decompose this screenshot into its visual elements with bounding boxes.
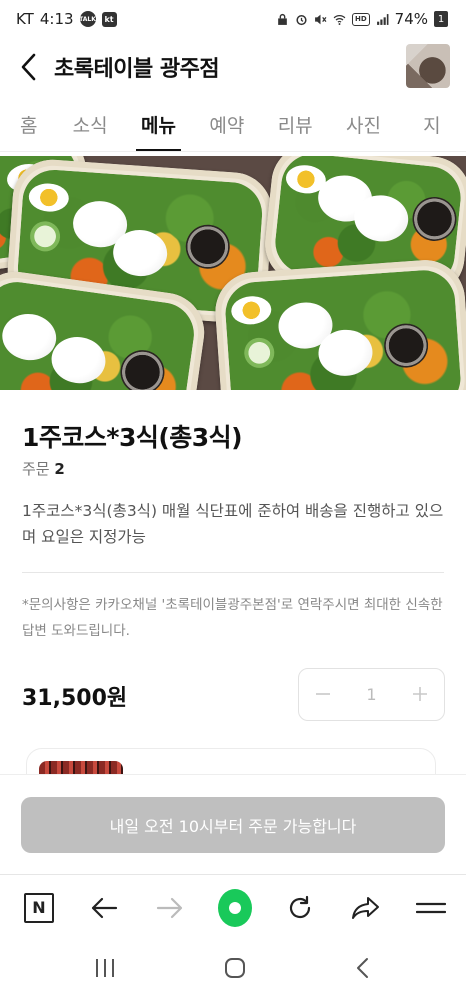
home-icon (225, 957, 245, 978)
tab-reservation[interactable]: 예약 (193, 100, 261, 151)
wifi-icon (333, 14, 346, 25)
profile-thumbnail[interactable] (406, 44, 450, 88)
arrow-right-icon (156, 897, 182, 918)
kt-notification-icon: kt (101, 11, 117, 27)
arrow-left-icon (92, 897, 118, 918)
android-nav-bar (0, 940, 466, 999)
reload-button[interactable] (283, 891, 317, 925)
increase-button[interactable] (410, 685, 430, 705)
salad-tray (212, 257, 466, 390)
recent-apps-button[interactable] (93, 957, 117, 983)
decrease-button[interactable] (313, 685, 333, 705)
quantity-stepper: 1 (298, 668, 445, 721)
battery-percent: 74% (394, 10, 428, 28)
order-count-value: 2 (54, 460, 65, 478)
back-arrow-icon (357, 957, 368, 978)
clock: 4:13 (39, 10, 74, 28)
order-label: 주문 (22, 460, 50, 478)
menu-photo (0, 156, 466, 390)
product-price: 31,500원 (22, 686, 128, 711)
menu-button[interactable] (414, 891, 448, 925)
status-right: HD 74% 1 (276, 10, 448, 28)
signal-icon (376, 13, 389, 25)
product-title: 1주코스*3식(총3식) (22, 423, 243, 452)
chevron-left-icon (21, 53, 36, 81)
tab-reviews[interactable]: 리뷰 (261, 100, 329, 151)
header: 초록테이블 광주점 (0, 38, 466, 96)
green-dot-icon (217, 888, 252, 927)
recent-apps-icon (96, 958, 114, 977)
naver-n-icon: N (24, 892, 54, 923)
carrier-label: KT (16, 10, 34, 28)
browser-back-button[interactable] (87, 891, 121, 925)
share-icon (351, 896, 379, 919)
share-button[interactable] (349, 891, 383, 925)
back-button[interactable] (4, 38, 54, 96)
order-count: 주문 2 (22, 458, 65, 479)
status-bar: KT 4:13 TALK kt HD 74% 1 (0, 0, 466, 38)
divider (22, 572, 444, 573)
tab-news[interactable]: 소식 (56, 100, 124, 151)
tab-menu[interactable]: 메뉴 (124, 100, 192, 151)
kakaotalk-notification-icon: TALK (79, 11, 96, 27)
lock-icon (278, 13, 287, 25)
tab-more-cut[interactable]: 지 (398, 100, 466, 151)
alarm-icon (296, 14, 307, 25)
minus-icon (316, 692, 330, 695)
order-button[interactable]: 내일 오전 10시부터 주문 가능합니다 (21, 797, 445, 853)
hd-voice-icon: HD (351, 12, 370, 26)
tab-photos[interactable]: 사진 (329, 100, 397, 151)
browser-toolbar: N (0, 874, 466, 940)
naver-home-button[interactable]: N (22, 891, 56, 925)
quantity-value: 1 (366, 685, 377, 704)
plus-icon (413, 686, 427, 701)
battery-icon: 1 (434, 11, 448, 27)
mute-icon (315, 14, 327, 24)
browser-forward-button[interactable] (153, 891, 187, 925)
tab-home[interactable]: 홈 (0, 100, 56, 151)
product-notice: *문의사항은 카카오채널 '초록테이블광주본점'로 연락주시면 최대한 신속한 … (22, 597, 443, 639)
cta-area: 내일 오전 10시부터 주문 가능합니다 (0, 774, 466, 874)
status-left: KT 4:13 TALK kt (16, 10, 117, 28)
home-button[interactable] (223, 956, 247, 984)
android-back-button[interactable] (353, 956, 373, 984)
hamburger-icon (415, 902, 446, 913)
reload-icon (290, 895, 311, 918)
page-title: 초록테이블 광주점 (54, 57, 220, 82)
tab-bar: 홈 소식 메뉴 예약 리뷰 사진 지 (0, 100, 466, 152)
green-dot-button[interactable] (217, 888, 252, 927)
product-description: 1주코스*3식(총3식) 매월 식단표에 준하여 배송을 진행하고 있으며 요일… (22, 502, 444, 546)
